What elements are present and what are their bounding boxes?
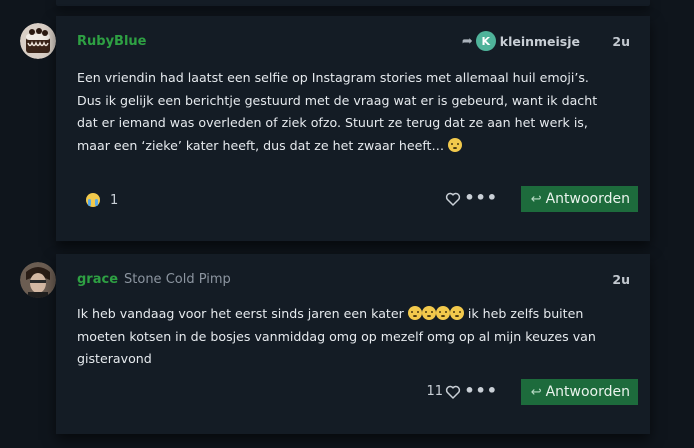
username[interactable]: RubyBlue bbox=[77, 34, 146, 49]
post-actions: 11 ••• ↩ Antwoorden bbox=[56, 379, 638, 407]
post-actions: 1 ••• ↩ Antwoorden bbox=[56, 186, 638, 214]
post-content: Een vriendin had laatst een selfie op In… bbox=[77, 67, 617, 157]
post-header: grace Stone Cold Pimp 2u bbox=[77, 269, 630, 289]
more-dots-icon[interactable]: ••• bbox=[464, 381, 498, 400]
avatar[interactable] bbox=[20, 262, 56, 298]
like-count[interactable]: 11 bbox=[426, 384, 443, 399]
reply-icon: ↩ bbox=[530, 384, 542, 400]
previous-post-edge bbox=[56, 0, 650, 6]
flushed-face-emoji-icon bbox=[448, 137, 463, 152]
face-emoji-icon bbox=[407, 306, 422, 320]
heart-icon[interactable] bbox=[444, 383, 462, 401]
post-card: grace Stone Cold Pimp 2u Ik heb vandaag … bbox=[56, 254, 650, 434]
post-paragraph: Een vriendin had laatst een selfie op In… bbox=[77, 70, 598, 153]
post-time[interactable]: 2u bbox=[612, 272, 630, 287]
reply-to-username: kleinmeisje bbox=[499, 33, 580, 49]
username[interactable]: grace bbox=[77, 272, 118, 287]
reply-to-link[interactable]: ➦ K kleinmeisje bbox=[462, 31, 580, 51]
post-paragraph-part1: Ik heb vandaag voor het eerst sinds jare… bbox=[77, 306, 404, 321]
post-card: RubyBlue ➦ K kleinmeisje 2u Een vriendin… bbox=[56, 16, 650, 241]
post-content: Ik heb vandaag voor het eerst sinds jare… bbox=[77, 303, 617, 371]
face-emoji-icon bbox=[435, 306, 450, 320]
reply-icon: ↩ bbox=[530, 191, 542, 207]
face-emoji-icon bbox=[421, 306, 436, 320]
reply-button-label: Antwoorden bbox=[545, 191, 630, 207]
reply-button[interactable]: ↩ Antwoorden bbox=[520, 186, 638, 212]
more-dots-icon[interactable]: ••• bbox=[464, 188, 498, 207]
share-arrow-icon: ➦ bbox=[461, 33, 473, 49]
user-title: Stone Cold Pimp bbox=[124, 271, 231, 287]
reply-to-avatar: K bbox=[475, 31, 496, 51]
reaction-summary[interactable]: 1 bbox=[86, 186, 118, 214]
reaction-count: 1 bbox=[110, 192, 119, 208]
crying-emoji-icon bbox=[86, 193, 100, 207]
face-emoji-icon bbox=[449, 306, 464, 320]
reply-button[interactable]: ↩ Antwoorden bbox=[520, 379, 638, 405]
heart-icon[interactable] bbox=[444, 190, 462, 208]
avatar[interactable] bbox=[20, 23, 56, 59]
post-header: RubyBlue ➦ K kleinmeisje 2u bbox=[77, 31, 630, 51]
post-time[interactable]: 2u bbox=[612, 34, 630, 49]
reply-button-label: Antwoorden bbox=[545, 384, 630, 400]
